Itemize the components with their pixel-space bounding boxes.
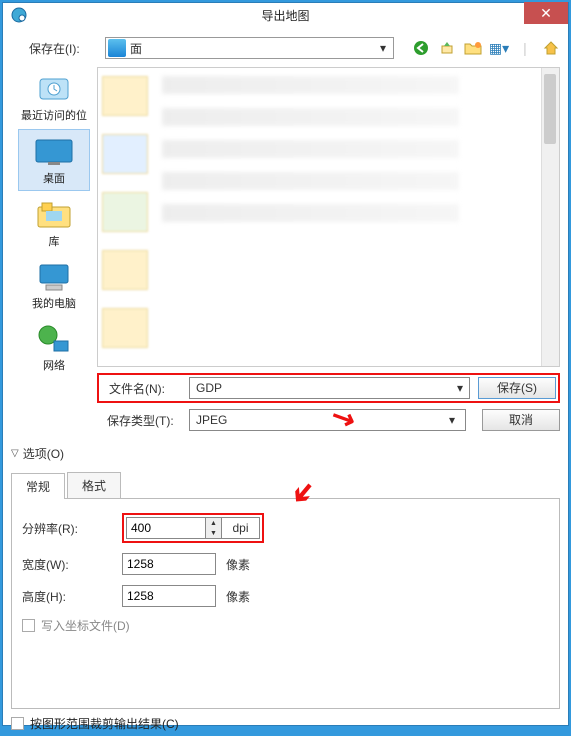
filetype-combo[interactable]: JPEG ▾ <box>189 409 466 431</box>
scrollbar-vertical[interactable] <box>541 68 559 366</box>
toolbar-separator: | <box>516 39 534 57</box>
height-label: 高度(H): <box>22 588 112 605</box>
tabstrip: 常规 格式 <box>11 472 560 499</box>
write-world-file-checkbox[interactable] <box>22 619 35 632</box>
chevron-down-icon: ▾ <box>375 41 391 55</box>
resolution-label: 分辨率(R): <box>22 520 112 537</box>
resolution-highlight: ▲▼ dpi <box>122 513 264 543</box>
filename-label: 文件名(N): <box>101 380 181 397</box>
write-world-file-row: 写入坐标文件(D) <box>22 617 549 634</box>
scroll-thumb[interactable] <box>544 74 556 144</box>
new-folder-icon[interactable] <box>464 39 482 57</box>
file-list[interactable] <box>97 67 560 367</box>
resolution-unit: dpi <box>222 517 260 539</box>
list-item[interactable] <box>162 172 459 190</box>
places-bar: 最近访问的位 桌面 库 我的电脑 网络 <box>11 67 97 367</box>
computer-icon <box>34 259 74 295</box>
height-input[interactable] <box>122 585 216 607</box>
places-mycomputer[interactable]: 我的电脑 <box>18 255 90 315</box>
resolution-spinner[interactable]: ▲▼ <box>126 517 222 539</box>
app-icon <box>7 3 31 27</box>
resolution-input[interactable] <box>127 518 205 538</box>
chevron-down-icon: ▾ <box>457 381 463 395</box>
filename-input[interactable]: GDP ▾ <box>189 377 470 399</box>
places-libraries[interactable]: 库 <box>18 193 90 253</box>
back-icon[interactable] <box>412 39 430 57</box>
spin-down-icon[interactable]: ▼ <box>206 528 221 538</box>
cancel-button[interactable]: 取消 <box>482 409 560 431</box>
list-item[interactable] <box>162 76 459 94</box>
clip-output-checkbox[interactable] <box>11 717 24 730</box>
titlebar: 导出地图 ✕ <box>3 3 568 27</box>
save-in-combo[interactable]: 面 ▾ <box>105 37 394 59</box>
home-icon[interactable] <box>542 39 560 57</box>
save-in-label: 保存在(I): <box>29 40 99 57</box>
export-map-dialog: 导出地图 ✕ 保存在(I): 面 ▾ ▦▾ | 最 <box>2 2 569 726</box>
list-item[interactable] <box>162 108 459 126</box>
network-icon <box>34 321 74 357</box>
width-label: 宽度(W): <box>22 556 112 573</box>
list-item[interactable] <box>102 192 148 232</box>
places-recent[interactable]: 最近访问的位 <box>18 67 90 127</box>
list-item[interactable] <box>162 140 459 158</box>
list-item[interactable] <box>102 134 148 174</box>
clip-output-label: 按图形范围裁剪输出结果(C) <box>30 715 179 732</box>
desktop-icon <box>108 39 126 57</box>
up-icon[interactable] <box>438 39 456 57</box>
libraries-icon <box>34 197 74 233</box>
filename-highlight: 文件名(N): GDP ▾ 保存(S) <box>97 373 560 403</box>
filetype-label: 保存类型(T): <box>97 412 181 429</box>
options-expander[interactable]: ▽ 选项(O) <box>11 445 560 462</box>
width-unit: 像素 <box>226 556 250 573</box>
list-item[interactable] <box>102 250 148 290</box>
list-item[interactable] <box>162 204 459 222</box>
places-network[interactable]: 网络 <box>18 317 90 377</box>
desktop-icon <box>34 134 74 170</box>
list-item[interactable] <box>102 76 148 116</box>
tab-general[interactable]: 常规 <box>11 473 65 499</box>
tab-format[interactable]: 格式 <box>67 472 121 498</box>
places-desktop[interactable]: 桌面 <box>18 129 90 191</box>
chevron-down-icon: ▾ <box>445 413 459 427</box>
tab-pane-general: 分辨率(R): ▲▼ dpi ➔ 宽度(W): 像素 高度(H): 像素 <box>11 499 560 709</box>
save-button[interactable]: 保存(S) <box>478 377 556 399</box>
width-input[interactable] <box>122 553 216 575</box>
chevron-down-icon: ▽ <box>11 448 19 459</box>
window-title: 导出地图 <box>261 7 309 24</box>
height-unit: 像素 <box>226 588 250 605</box>
recent-icon <box>34 71 74 107</box>
save-in-value: 面 <box>130 40 375 57</box>
list-item[interactable] <box>102 308 148 348</box>
close-button[interactable]: ✕ <box>524 2 568 24</box>
spin-up-icon[interactable]: ▲ <box>206 518 221 528</box>
views-icon[interactable]: ▦▾ <box>490 39 508 57</box>
